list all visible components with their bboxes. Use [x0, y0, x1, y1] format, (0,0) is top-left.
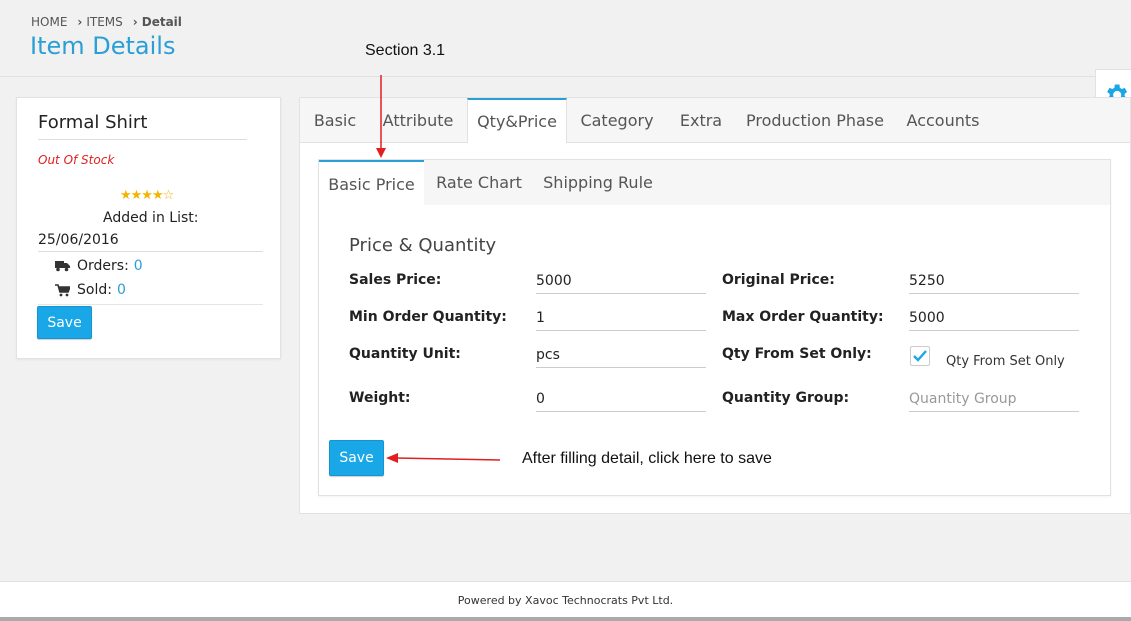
orders-stat: Orders: 0 — [55, 258, 143, 274]
checkmark-icon — [913, 350, 927, 362]
original-price-input[interactable] — [909, 269, 1079, 294]
divider — [38, 304, 263, 305]
product-summary-card: Formal Shirt Out Of Stock ★★★★☆ Added in… — [16, 97, 281, 359]
qty-set-checkbox-label: Qty From Set Only — [946, 354, 1065, 369]
footer: Powered by Xavoc Technocrats Pvt Ltd. — [0, 581, 1131, 621]
min-order-label: Min Order Quantity: — [349, 309, 507, 325]
save-button[interactable]: Save — [37, 306, 92, 339]
sales-price-label: Sales Price: — [349, 272, 442, 288]
tab-attribute[interactable]: Attribute — [370, 98, 466, 142]
sold-value[interactable]: 0 — [117, 282, 126, 298]
rating-stars: ★★★★☆ — [120, 188, 174, 203]
cart-icon — [55, 283, 71, 297]
divider — [38, 139, 247, 140]
subtab-rate-chart[interactable]: Rate Chart — [425, 160, 533, 205]
tab-production-phase[interactable]: Production Phase — [736, 98, 894, 142]
orders-value[interactable]: 0 — [134, 258, 143, 274]
chevron-right-icon: › — [77, 15, 83, 29]
original-price-label: Original Price: — [722, 272, 835, 288]
tab-basic[interactable]: Basic — [300, 98, 370, 142]
qty-set-label: Qty From Set Only: — [722, 346, 872, 362]
chevron-right-icon: › — [132, 15, 138, 29]
divider — [38, 251, 263, 252]
tab-category[interactable]: Category — [568, 98, 666, 142]
save-hint-annotation: After filling detail, click here to save — [522, 450, 772, 467]
breadcrumb: HOME › ITEMS › Detail — [31, 15, 182, 29]
weight-label: Weight: — [349, 390, 411, 406]
sales-price-input[interactable] — [536, 269, 706, 294]
min-order-input[interactable] — [536, 306, 706, 331]
added-in-list-label: Added in List: — [103, 210, 199, 226]
qty-unit-label: Quantity Unit: — [349, 346, 461, 362]
orders-label: Orders: — [77, 258, 129, 274]
added-date: 25/06/2016 — [38, 232, 119, 248]
max-order-input[interactable] — [909, 306, 1079, 331]
breadcrumb-items[interactable]: ITEMS — [86, 15, 122, 29]
breadcrumb-home[interactable]: HOME — [31, 15, 67, 29]
section-title: Price & Quantity — [349, 235, 497, 256]
truck-icon — [55, 260, 71, 272]
sold-stat: Sold: 0 — [55, 282, 126, 298]
weight-input[interactable] — [536, 387, 706, 412]
section-annotation: Section 3.1 — [365, 42, 446, 59]
subtab-shipping-rule[interactable]: Shipping Rule — [533, 160, 663, 205]
qty-group-input[interactable] — [909, 387, 1079, 412]
subtab-bar: Basic Price Rate Chart Shipping Rule — [319, 160, 1110, 206]
stock-status: Out Of Stock — [38, 153, 115, 167]
qty-set-checkbox[interactable] — [910, 346, 930, 366]
qty-unit-input[interactable] — [536, 343, 706, 368]
tab-bar: Basic Attribute Qty&Price Category Extra… — [300, 98, 1130, 143]
tab-accounts[interactable]: Accounts — [894, 98, 992, 142]
product-name: Formal Shirt — [38, 112, 148, 133]
footer-text: Powered by Xavoc Technocrats Pvt Ltd. — [457, 594, 674, 607]
qty-group-label: Quantity Group: — [722, 390, 850, 406]
footer-edge — [0, 617, 1131, 621]
header-divider — [0, 76, 1131, 77]
tab-extra[interactable]: Extra — [666, 98, 736, 142]
subtab-basic-price[interactable]: Basic Price — [319, 160, 424, 206]
max-order-label: Max Order Quantity: — [722, 309, 884, 325]
sold-label: Sold: — [77, 282, 112, 298]
qty-price-subpanel: Basic Price Rate Chart Shipping Rule Pri… — [318, 159, 1111, 496]
page-title: Item Details — [30, 32, 176, 60]
breadcrumb-current: Detail — [141, 15, 182, 29]
tab-qty-price[interactable]: Qty&Price — [467, 98, 567, 143]
save-price-button[interactable]: Save — [329, 440, 384, 476]
